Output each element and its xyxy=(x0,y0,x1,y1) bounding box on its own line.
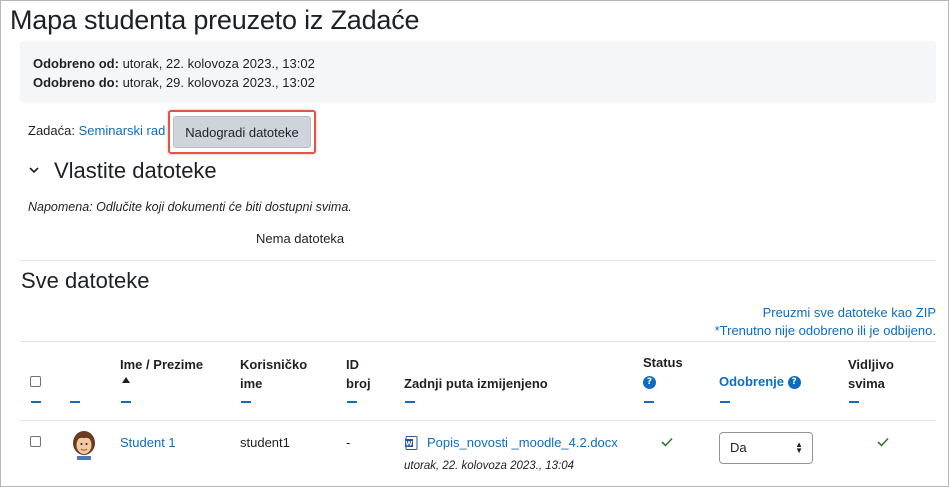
header-id-number[interactable]: ID broj xyxy=(346,355,371,393)
header-approval: Odobrenje ? xyxy=(719,372,801,391)
check-icon xyxy=(661,437,673,447)
student-name-link[interactable]: Student 1 xyxy=(120,435,176,450)
approval-help-icon[interactable]: ? xyxy=(787,376,801,390)
submitted-file-link[interactable]: Popis_novosti _moodle_4.2.docx xyxy=(427,435,618,450)
update-files-button[interactable]: Nadogradi datoteke xyxy=(173,116,311,148)
approval-select-value: Da xyxy=(730,440,747,455)
not-approved-note: *Trenutno nije odobreno ili je odbijeno. xyxy=(714,323,936,338)
status-help-icon[interactable]: ? xyxy=(643,376,656,390)
page-title: Mapa studenta preuzeto iz Zadaće xyxy=(10,5,420,35)
collapse-column-name[interactable] xyxy=(121,401,131,403)
chevron-down-icon[interactable] xyxy=(28,164,40,176)
header-visible-line2: svima xyxy=(848,376,885,391)
sort-ascending-icon xyxy=(122,377,130,383)
student-id-number: - xyxy=(346,435,351,450)
row-select-checkbox[interactable] xyxy=(30,436,41,447)
header-username[interactable]: Korisničko ime xyxy=(240,355,307,393)
update-button-highlight: Nadogradi datoteke xyxy=(168,110,316,154)
table-header-border xyxy=(20,420,936,421)
header-name: Ime / Prezime xyxy=(120,355,203,374)
assignment-link[interactable]: Seminarski rad xyxy=(79,123,166,138)
student-avatar xyxy=(73,431,95,460)
collapse-column-status[interactable] xyxy=(644,401,654,403)
own-files-note: Napomena: Odlučite koji dokumenti će bit… xyxy=(28,200,352,214)
collapse-column-id[interactable] xyxy=(347,401,357,403)
own-files-section-header[interactable]: Vlastite datoteke xyxy=(28,158,217,184)
header-name-separator: / xyxy=(146,357,150,372)
own-files-title: Vlastite datoteke xyxy=(54,158,217,183)
approved-to-value: utorak, 29. kolovoza 2023., 13:02 xyxy=(122,75,315,90)
visible-check-icon xyxy=(877,437,889,447)
approved-from-label: Odobreno od: xyxy=(33,56,119,71)
file-modified-date: utorak, 22. kolovoza 2023., 13:04 xyxy=(404,460,575,472)
header-status-label: Status xyxy=(643,355,683,370)
header-status: Status ? xyxy=(643,353,683,391)
approved-from-value: utorak, 22. kolovoza 2023., 13:02 xyxy=(122,56,315,71)
approved-to-row: Odobreno do: utorak, 29. kolovoza 2023.,… xyxy=(33,73,936,92)
collapse-column-visible[interactable] xyxy=(849,401,859,403)
select-caret-icon: ▲ ▼ xyxy=(795,440,803,455)
header-visible-line1: Vidljivo xyxy=(848,357,894,372)
no-files-text: Nema datoteka xyxy=(256,231,345,246)
header-visible-to-all: Vidljivo svima xyxy=(848,355,894,393)
sort-last-name[interactable]: Prezime xyxy=(153,357,203,372)
header-id-line2: broj xyxy=(346,376,371,391)
collapse-column-select[interactable] xyxy=(31,401,41,403)
approval-select[interactable]: Da ▲ ▼ xyxy=(719,432,813,464)
approval-dates-box: Odobreno od: utorak, 22. kolovoza 2023.,… xyxy=(20,41,936,103)
header-username-line1: Korisničko xyxy=(240,357,308,372)
collapse-column-modified[interactable] xyxy=(405,401,415,403)
word-document-icon: W xyxy=(405,436,418,450)
download-zip-link[interactable]: Preuzmi sve datoteke kao ZIP xyxy=(763,305,936,320)
approved-from-row: Odobreno od: utorak, 22. kolovoza 2023.,… xyxy=(33,54,936,73)
collapse-column-approval[interactable] xyxy=(720,401,730,403)
select-all-checkbox[interactable] xyxy=(30,376,41,387)
collapse-column-picture[interactable] xyxy=(70,401,80,403)
assignment-line: Zadaća: Seminarski rad xyxy=(28,123,165,138)
student-username: student1 xyxy=(240,435,290,450)
header-id-line1: ID xyxy=(346,357,359,372)
all-files-title: Sve datoteke xyxy=(21,268,150,293)
table-top-border xyxy=(20,341,936,342)
collapse-column-username[interactable] xyxy=(241,401,251,403)
svg-text:W: W xyxy=(405,440,412,448)
sort-approval[interactable]: Odobrenje xyxy=(719,374,784,389)
section-divider xyxy=(20,260,936,261)
approved-to-label: Odobreno do: xyxy=(33,75,119,90)
sort-first-name[interactable]: Ime xyxy=(120,357,142,372)
assignment-label: Zadaća: xyxy=(28,123,75,138)
header-last-modified[interactable]: Zadnji puta izmijenjeno xyxy=(404,374,548,393)
header-username-line2: ime xyxy=(240,376,263,391)
